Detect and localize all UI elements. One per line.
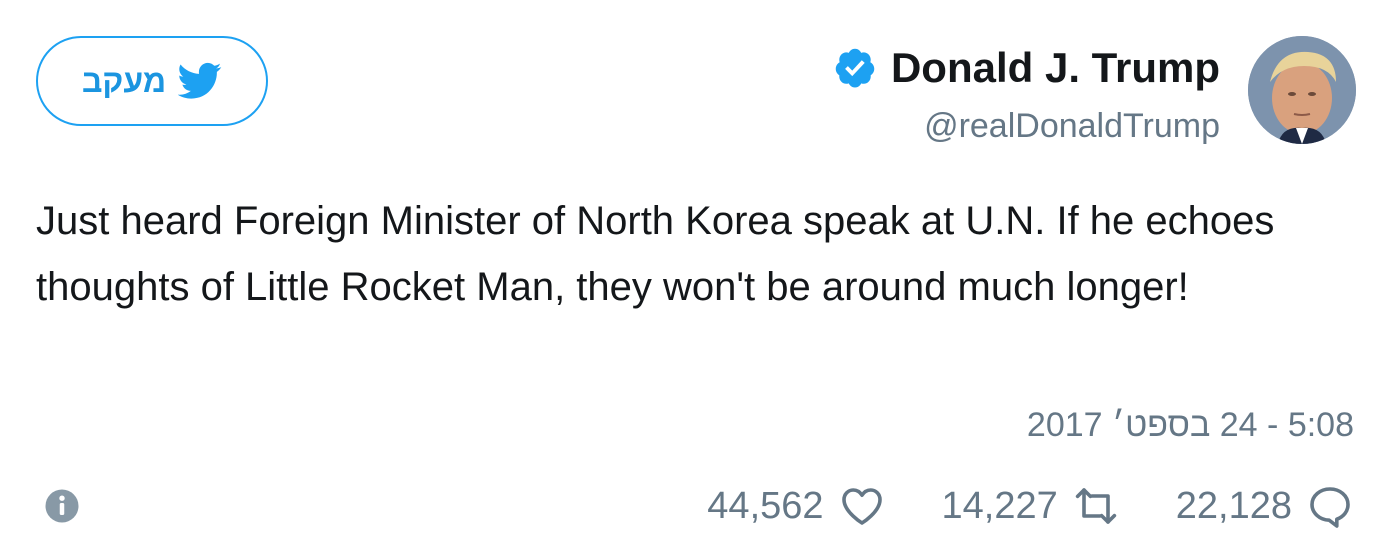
- retweet-icon: [1072, 482, 1120, 530]
- like-count: 44,562: [707, 484, 824, 527]
- retweet-count: 14,227: [941, 484, 1058, 527]
- heart-icon: [838, 482, 886, 530]
- like-action[interactable]: 44,562: [707, 482, 885, 530]
- author-name[interactable]: Donald J. Trump: [891, 40, 1220, 96]
- tweet-text: Just heard Foreign Minister of North Kor…: [36, 199, 1275, 309]
- retweet-action[interactable]: 14,227: [942, 482, 1120, 530]
- tweet-timestamp[interactable]: 5:08 - 24 בספט׳ 2017: [1027, 400, 1354, 450]
- reply-icon: [1306, 482, 1354, 530]
- info-icon[interactable]: [44, 488, 80, 524]
- author-block[interactable]: Donald J. Trump @realDonaldTrump: [833, 40, 1220, 148]
- reply-action[interactable]: 22,128: [1176, 482, 1354, 530]
- twitter-bird-icon: [178, 62, 222, 100]
- verified-badge-icon: [833, 46, 877, 90]
- reply-count: 22,128: [1175, 484, 1292, 527]
- author-handle[interactable]: @realDonaldTrump: [833, 104, 1220, 148]
- follow-button[interactable]: מעקב: [36, 36, 268, 126]
- follow-button-label: מעקב: [81, 62, 167, 99]
- tweet-actions: 44,562 14,227 22,128: [707, 482, 1354, 530]
- avatar[interactable]: [1248, 36, 1356, 144]
